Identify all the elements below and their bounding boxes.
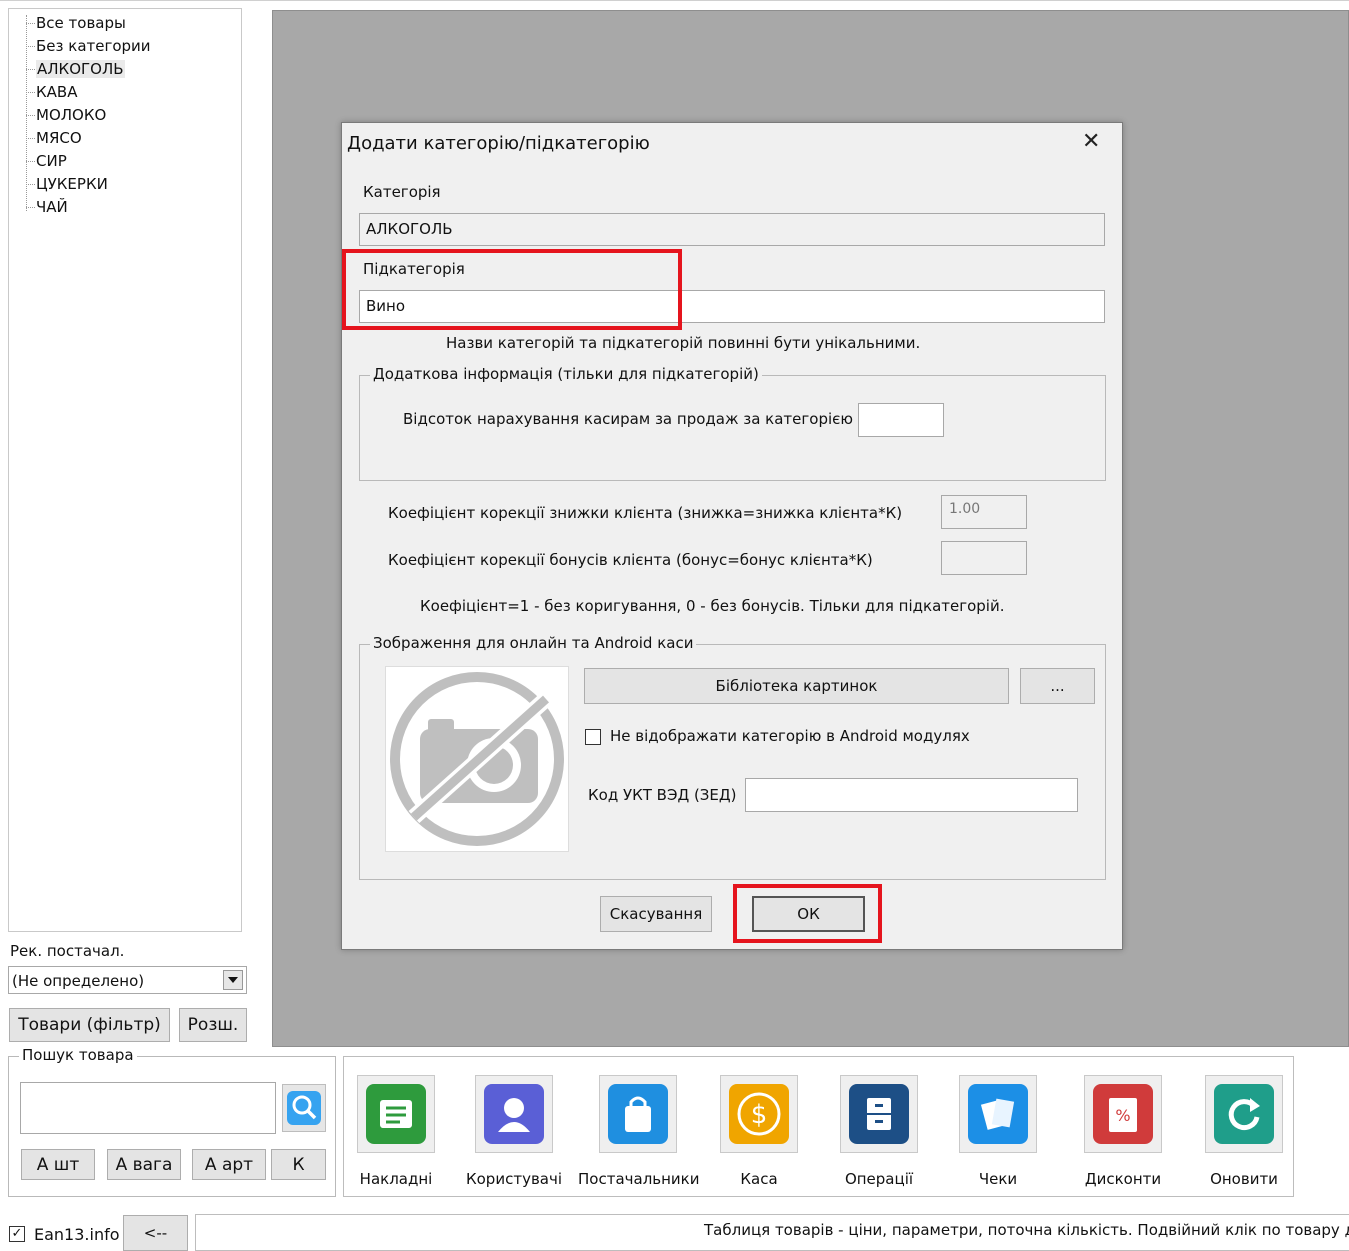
- app-button[interactable]: [840, 1075, 918, 1153]
- goods-filter-button[interactable]: Товари (фільтр): [9, 1008, 170, 1042]
- app-label: Чеки: [978, 1170, 1018, 1188]
- ean-label: Ean13.info: [34, 1225, 120, 1244]
- tree-connector: [26, 161, 35, 162]
- user-icon: [484, 1084, 544, 1144]
- search-group-title: Пошук товара: [19, 1046, 137, 1064]
- tree-item[interactable]: Все товары: [36, 14, 126, 32]
- chevron-down-icon[interactable]: [223, 970, 243, 990]
- search-input[interactable]: [20, 1082, 276, 1134]
- shopping-bag-icon: [608, 1084, 668, 1144]
- tree-item[interactable]: МОЛОКО: [36, 106, 106, 124]
- discount-book-icon: %: [1093, 1084, 1153, 1144]
- search-icon: [287, 1091, 321, 1125]
- ean-checkbox[interactable]: ✓: [9, 1226, 25, 1242]
- ukt-label: Код УКТ ВЭД (ЗЕД): [588, 786, 737, 804]
- search-button[interactable]: [282, 1084, 326, 1132]
- tree-connector: [26, 115, 35, 116]
- extended-button[interactable]: Розш.: [179, 1008, 247, 1042]
- unique-note: Назви категорій та підкатегорій повинні …: [446, 334, 921, 352]
- tree-item[interactable]: МЯСО: [36, 129, 82, 147]
- discount-coef-value: 1.00: [949, 501, 981, 517]
- cancel-button[interactable]: Скасування: [600, 896, 712, 932]
- app-label: Дисконти: [1084, 1170, 1162, 1188]
- app-button[interactable]: [959, 1075, 1037, 1153]
- add-category-dialog: Додати категорію/підкатегорію ✕ Категорі…: [341, 122, 1123, 950]
- app-label: Накладні: [359, 1170, 433, 1188]
- app-button[interactable]: [475, 1075, 553, 1153]
- tree-item[interactable]: Без категории: [36, 37, 151, 55]
- status-hint: Таблиця товарів - ціни, параметри, поточ…: [704, 1221, 1349, 1239]
- category-label: Категорія: [363, 183, 441, 201]
- app-button[interactable]: $: [720, 1075, 798, 1153]
- app-label: Постачальники: [578, 1170, 700, 1188]
- ukt-input[interactable]: [745, 778, 1078, 812]
- highlight-ok: [733, 884, 882, 943]
- search-mode-button[interactable]: А шт: [21, 1149, 95, 1180]
- back-button[interactable]: <--: [123, 1215, 188, 1251]
- refresh-icon: [1214, 1084, 1274, 1144]
- tree-vertical-line: [26, 15, 27, 211]
- tree-item[interactable]: ЦУКЕРКИ: [36, 175, 108, 193]
- hide-android-label: Не відображати категорію в Android модул…: [610, 727, 970, 745]
- top-border: [0, 0, 1349, 1]
- discount-coef-input[interactable]: 1.00: [941, 495, 1027, 529]
- svg-text:%: %: [1115, 1106, 1130, 1125]
- category-field: АЛКОГОЛЬ: [359, 213, 1105, 246]
- browse-button[interactable]: ...: [1020, 668, 1095, 704]
- image-group: Зображення для онлайн та Android каси Бі…: [359, 634, 1106, 880]
- search-mode-button[interactable]: А вага: [107, 1149, 181, 1180]
- tree-connector: [26, 69, 35, 70]
- tree-item[interactable]: КАВА: [36, 83, 77, 101]
- tree-connector: [26, 23, 35, 24]
- tree-connector: [26, 138, 35, 139]
- cabinet-icon: [849, 1084, 909, 1144]
- app-label: Користувачі: [465, 1170, 563, 1188]
- app-button[interactable]: [1205, 1075, 1283, 1153]
- tree-connector: [26, 46, 35, 47]
- app-label: Оновити: [1210, 1170, 1278, 1188]
- image-group-title: Зображення для онлайн та Android каси: [370, 634, 697, 652]
- tree-item[interactable]: СИР: [36, 152, 67, 170]
- search-mode-button[interactable]: К: [271, 1149, 326, 1180]
- svg-text:$: $: [751, 1100, 768, 1130]
- tree-connector: [26, 184, 35, 185]
- supplier-select[interactable]: (Не определено): [8, 966, 247, 994]
- app-button[interactable]: [357, 1075, 435, 1153]
- hide-android-checkbox[interactable]: [585, 729, 601, 745]
- dollar-coin-icon: $: [729, 1084, 789, 1144]
- coef-note: Коефіцієнт=1 - без коригування, 0 - без …: [420, 597, 1005, 615]
- status-hint-box: Таблиця товарів - ціни, параметри, поточ…: [195, 1214, 1349, 1251]
- receipts-icon: [968, 1084, 1028, 1144]
- highlight-subcategory: [342, 249, 682, 330]
- extra-info-title: Додаткова інформація (тільки для підкате…: [370, 365, 762, 383]
- app-button[interactable]: [599, 1075, 677, 1153]
- close-icon[interactable]: ✕: [1082, 129, 1100, 154]
- supplier-value: (Не определено): [12, 972, 145, 990]
- image-library-button[interactable]: Бібліотека картинок: [584, 668, 1009, 704]
- app-button[interactable]: %: [1084, 1075, 1162, 1153]
- category-image[interactable]: [385, 666, 569, 852]
- bonus-coef-input[interactable]: [941, 541, 1027, 575]
- tree-item[interactable]: ЧАЙ: [36, 198, 68, 216]
- discount-coef-label: Коефіцієнт корекції знижки клієнта (зниж…: [388, 504, 903, 522]
- search-mode-button[interactable]: А арт: [192, 1149, 266, 1180]
- app-label: Каса: [740, 1170, 778, 1188]
- app-label: Операції: [844, 1170, 914, 1188]
- dialog-title: Додати категорію/підкатегорію: [347, 133, 650, 154]
- percent-label: Відсоток нарахування касирам за продаж з…: [403, 410, 853, 428]
- category-value: АЛКОГОЛЬ: [366, 220, 453, 238]
- tree-item[interactable]: АЛКОГОЛЬ: [36, 60, 125, 78]
- percent-input[interactable]: [858, 403, 944, 437]
- no-photo-icon: [390, 672, 564, 846]
- bonus-coef-label: Коефіцієнт корекції бонусів клієнта (бон…: [388, 551, 873, 569]
- tree-connector: [26, 92, 35, 93]
- invoice-icon: [366, 1084, 426, 1144]
- tree-connector: [26, 207, 35, 208]
- extra-info-group: Додаткова інформація (тільки для підкате…: [359, 365, 1106, 481]
- supplier-label: Рек. постачал.: [10, 942, 125, 960]
- search-group: Пошук товара А шт А вага А арт К: [8, 1046, 336, 1197]
